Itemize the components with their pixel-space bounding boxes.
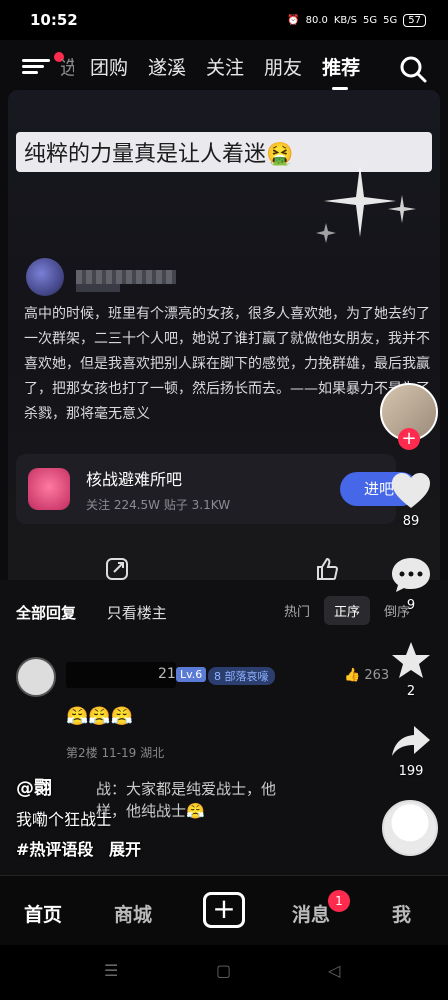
net-unit: KB/S <box>333 14 358 26</box>
share-button[interactable]: 199 <box>384 724 438 779</box>
video-caption: 我嘞个狂战士 <box>16 810 113 829</box>
comment-tabs: 全部回复 只看楼主 <box>16 602 193 623</box>
comment-panel: 全部回复 只看楼主 热门 正序 倒序 <box>0 580 448 880</box>
level-badge: Lv.6 <box>176 667 207 682</box>
forum-name: 核战避难所吧 <box>86 469 183 489</box>
music-disc-avatar[interactable] <box>382 800 438 856</box>
nav-messages[interactable]: 消息 <box>292 900 330 927</box>
tab-group-buy[interactable]: 团购 <box>90 52 128 84</box>
sort-hot[interactable]: 热门 <box>274 596 320 625</box>
commenter-avatar[interactable] <box>16 657 56 697</box>
nav-mall[interactable]: 商城 <box>114 900 152 927</box>
menu-icon[interactable] <box>22 56 50 80</box>
net-speed: 80.0 <box>305 14 328 26</box>
poster-name-blurred <box>76 270 176 284</box>
background-comment-text: 战：大家都是纯爱战士，他 样，他纯战士😤 <box>96 778 426 824</box>
poster-row[interactable] <box>26 258 176 296</box>
forum-stats: 关注 224.5W 贴子 3.1KW <box>86 497 231 512</box>
messages-badge: 1 <box>328 890 350 912</box>
recent-apps-icon[interactable]: ☰ <box>104 961 118 980</box>
comment-button[interactable]: 9 <box>384 556 438 613</box>
comment-count: 9 <box>406 598 416 613</box>
comment-thumbs-icon: 👍 <box>344 668 361 683</box>
tribe-badge: 8 部落哀嚎 <box>208 667 275 685</box>
poster-meta-blurred <box>76 284 120 292</box>
share-icon <box>106 558 128 580</box>
share-arrow-icon <box>392 726 430 756</box>
bottom-nav: 首页 商城 + 消息 1 我 <box>0 875 448 945</box>
favorite-count: 2 <box>406 684 416 699</box>
follow-plus-icon[interactable]: + <box>398 428 420 450</box>
system-nav-bar: ☰ ▢ ◁ <box>0 945 448 1000</box>
tab-all-replies[interactable]: 全部回复 <box>16 604 76 622</box>
poster-avatar[interactable] <box>26 258 64 296</box>
status-time: 10:52 <box>30 11 78 29</box>
nav-tabs: 选 团购 遂溪 关注 朋友 推荐 <box>60 52 380 90</box>
comment-floor-info: 第2楼 11-19 湖北 <box>66 746 165 760</box>
thumbs-up-icon <box>317 557 339 580</box>
heart-icon <box>392 473 430 508</box>
commenter-name-suffix: 21 <box>158 666 176 682</box>
comment-like-count[interactable]: 👍 263 <box>344 668 389 683</box>
sort-ascending[interactable]: 正序 <box>324 596 371 625</box>
comment-emojis: 😤😤😤 <box>66 706 134 727</box>
status-bar: 10:52 ⏰ 80.0 KB/S 5G 5G 57 <box>0 0 448 40</box>
create-plus-button[interactable]: + <box>203 892 245 928</box>
share-count: 199 <box>398 764 424 779</box>
back-triangle-icon[interactable]: ◁ <box>328 961 340 980</box>
forum-icon <box>28 468 70 510</box>
background-comment-line: 战：大家都是纯爱战士，他 样，他纯战士😤 <box>96 780 277 820</box>
like-button[interactable]: 89 <box>384 472 438 529</box>
nav-home[interactable]: 首页 <box>24 900 62 927</box>
favorite-button[interactable]: 2 <box>384 640 438 699</box>
signal-2: 5G <box>383 14 398 26</box>
hashtag-row: #热评语段 展开 <box>16 836 141 860</box>
star-icon <box>392 642 430 678</box>
post-body: 高中的时候，班里有个漂亮的女孩，很多人喜欢她，为了她去约了一次群架，二三十个人吧… <box>24 306 430 422</box>
forum-bar[interactable]: 核战避难所吧 关注 224.5W 贴子 3.1KW <box>16 454 396 524</box>
sparkle-decoration <box>316 165 416 243</box>
author-handle[interactable]: @翾 <box>16 774 52 800</box>
tab-following[interactable]: 关注 <box>206 52 244 84</box>
tab-partial[interactable]: 选 <box>60 52 74 84</box>
tab-recommend[interactable]: 推荐 <box>322 52 360 90</box>
expand-button[interactable]: 展开 <box>109 840 141 859</box>
comment-bubble-icon <box>392 558 430 592</box>
tab-op-only[interactable]: 只看楼主 <box>107 604 167 622</box>
like-count: 89 <box>402 514 420 529</box>
signal-1: 5G <box>363 14 378 26</box>
alarm-icon: ⏰ <box>287 14 300 26</box>
tab-friends[interactable]: 朋友 <box>264 52 302 84</box>
nav-me[interactable]: 我 <box>392 900 411 927</box>
hashtag-link[interactable]: #热评语段 <box>16 840 93 859</box>
search-icon[interactable] <box>398 54 428 84</box>
tab-local[interactable]: 遂溪 <box>148 52 186 84</box>
status-right: ⏰ 80.0 KB/S 5G 5G 57 <box>287 13 426 27</box>
battery-indicator: 57 <box>403 13 426 27</box>
top-nav: 选 团购 遂溪 关注 朋友 推荐 <box>0 52 448 90</box>
home-square-icon[interactable]: ▢ <box>216 961 231 980</box>
